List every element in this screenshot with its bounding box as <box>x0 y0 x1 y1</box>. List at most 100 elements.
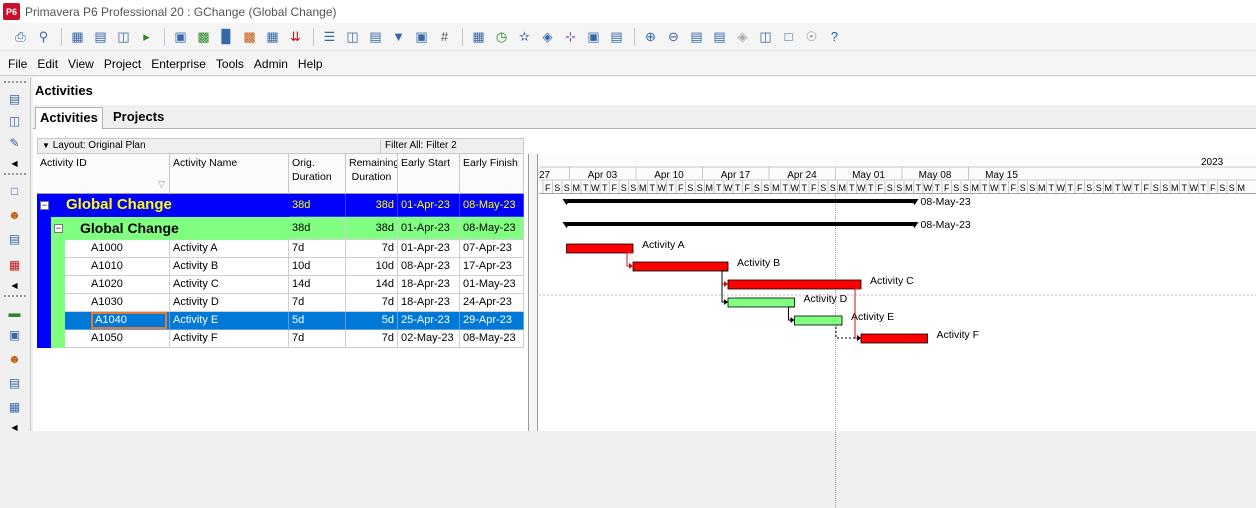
store-period-icon[interactable]: ◈ <box>537 26 558 47</box>
remaining-duration[interactable]: 14d <box>346 276 398 294</box>
activity-id-cell[interactable]: A1040 <box>65 312 170 330</box>
orig-duration[interactable]: 7d <box>289 294 346 312</box>
split-icon[interactable]: ▣ <box>583 26 604 47</box>
early-finish[interactable]: 01-May-23 <box>460 276 524 294</box>
top-layout-icon[interactable]: ▤ <box>686 26 707 47</box>
wbs-icon[interactable]: ◫ <box>6 113 23 129</box>
activity-name[interactable]: Activity F <box>170 330 289 348</box>
activity-id[interactable]: A1020 <box>65 276 170 294</box>
early-finish[interactable]: 08-May-23 <box>460 330 524 348</box>
layout-label[interactable]: ▼ Layout: Original Plan <box>42 140 146 151</box>
link-icon[interactable]: ⊹ <box>560 26 581 47</box>
user-icon[interactable]: ☻ <box>6 351 23 367</box>
activity-name[interactable]: Activity A <box>170 240 289 258</box>
collapse-arrow-icon[interactable]: ◀ <box>6 155 23 171</box>
collapse-arrow-icon[interactable]: ◀ <box>6 419 23 435</box>
activity-name[interactable]: Activity D <box>170 294 289 312</box>
network-icon[interactable]: ◫ <box>113 26 134 47</box>
activity-id[interactable]: A1030 <box>65 294 170 312</box>
gantt-icon[interactable]: ▤ <box>90 26 111 47</box>
table-row[interactable]: A1030 Activity D 7d 7d 18-Apr-23 24-Apr-… <box>37 294 524 312</box>
trace-icon[interactable]: ⇊ <box>285 26 306 47</box>
menu-admin[interactable]: Admin <box>254 57 288 71</box>
early-start[interactable]: 18-Apr-23 <box>398 276 460 294</box>
early-start[interactable]: 02-May-23 <box>398 330 460 348</box>
diamond-icon[interactable]: ◈ <box>732 26 753 47</box>
print-preview-icon[interactable]: ⚲ <box>33 26 54 47</box>
timescale-icon[interactable]: ▤ <box>365 26 386 47</box>
resources-icon[interactable]: ☻ <box>6 207 23 223</box>
table-row[interactable]: A1050 Activity F 7d 7d 02-May-23 08-May-… <box>37 330 524 348</box>
table-icon[interactable]: ▦ <box>67 26 88 47</box>
activity-id[interactable]: A1050 <box>65 330 170 348</box>
collapse-arrow-icon[interactable]: ◀ <box>6 277 23 293</box>
activity-id[interactable]: A1010 <box>65 258 170 276</box>
baseline-icon[interactable]: ▬ <box>6 305 23 321</box>
header-early-finish[interactable]: Early Finish <box>460 154 524 194</box>
profile-icon[interactable]: ▩ <box>239 26 260 47</box>
group-row-project[interactable]: − Global Change 38d 38d 01-Apr-23 08-May… <box>37 194 524 217</box>
group-sort-icon[interactable]: ▣ <box>411 26 432 47</box>
bottom-layout-icon[interactable]: ▩ <box>193 26 214 47</box>
menu-view[interactable]: View <box>68 57 94 71</box>
chart-icon[interactable]: ▉ <box>216 26 237 47</box>
orig-duration[interactable]: 14d <box>289 276 346 294</box>
remaining-duration[interactable]: 7d <box>346 330 398 348</box>
activity-id-focused[interactable]: A1040 <box>91 312 167 329</box>
folder-icon[interactable]: □ <box>6 183 23 199</box>
print-icon[interactable]: ⎙ <box>10 26 31 47</box>
header-early-start[interactable]: Early Start <box>398 154 460 194</box>
header-activity-id[interactable]: Activity ID ▽ <box>37 154 170 194</box>
reports-icon[interactable]: ▤ <box>6 231 23 247</box>
group-row-wbs[interactable]: − Global Change 38d 38d 01-Apr-23 08-May… <box>37 217 524 240</box>
menu-help[interactable]: Help <box>298 57 323 71</box>
filter-label[interactable]: Filter All: Filter 2 <box>380 140 457 154</box>
relationships-icon[interactable]: ▣ <box>6 327 23 343</box>
early-start[interactable]: 18-Apr-23 <box>398 294 460 312</box>
notes-icon[interactable]: □ <box>778 26 799 47</box>
help-icon[interactable]: ? <box>824 26 845 47</box>
table-row[interactable]: A1000 Activity A 7d 7d 01-Apr-23 07-Apr-… <box>37 240 524 258</box>
calculator-icon[interactable]: ▦ <box>6 399 23 415</box>
orig-duration[interactable]: 10d <box>289 258 346 276</box>
level-icon[interactable]: ✫ <box>514 26 535 47</box>
menu-tools[interactable]: Tools <box>216 57 244 71</box>
remaining-duration[interactable]: 7d <box>346 240 398 258</box>
spreadsheet-icon[interactable]: ▦ <box>262 26 283 47</box>
assign-icon[interactable]: ▤ <box>606 26 627 47</box>
header-orig-duration[interactable]: Orig. Duration <box>289 154 346 194</box>
header-activity-name[interactable]: Activity Name <box>170 154 289 194</box>
help-circle-icon[interactable]: ☉ <box>801 26 822 47</box>
columns-icon[interactable]: ◫ <box>342 26 363 47</box>
zoom-in-icon[interactable]: ⊕ <box>640 26 661 47</box>
menu-file[interactable]: File <box>8 57 27 71</box>
remaining-duration[interactable]: 7d <box>346 294 398 312</box>
remaining-duration[interactable]: 5d <box>346 312 398 330</box>
projects-icon[interactable]: ▤ <box>6 91 23 107</box>
tab-projects[interactable]: Projects <box>109 107 168 129</box>
orig-duration[interactable]: 7d <box>289 240 346 258</box>
schedule-icon[interactable]: ◷ <box>491 26 512 47</box>
document-icon[interactable]: ▤ <box>6 375 23 391</box>
calendar-icon[interactable]: ▦ <box>468 26 489 47</box>
bottom-pane-icon[interactable]: ▤ <box>709 26 730 47</box>
early-finish[interactable]: 17-Apr-23 <box>460 258 524 276</box>
early-start[interactable]: 25-Apr-23 <box>398 312 460 330</box>
menu-edit[interactable]: Edit <box>37 57 58 71</box>
early-finish[interactable]: 24-Apr-23 <box>460 294 524 312</box>
activities-nav-icon[interactable]: ✎ <box>6 135 23 151</box>
hash-icon[interactable]: # <box>434 26 455 47</box>
collapse-icon[interactable]: − <box>54 224 63 233</box>
tab-activities[interactable]: Activities <box>35 107 103 129</box>
header-remaining-duration[interactable]: Remaining Duration <box>346 154 398 194</box>
table-row-selected[interactable]: A1040 Activity E 5d 5d 25-Apr-23 29-Apr-… <box>37 312 524 330</box>
early-start[interactable]: 01-Apr-23 <box>398 240 460 258</box>
table-row[interactable]: A1020 Activity C 14d 14d 18-Apr-23 01-Ma… <box>37 276 524 294</box>
activity-name[interactable]: Activity B <box>170 258 289 276</box>
menu-enterprise[interactable]: Enterprise <box>151 57 206 71</box>
orig-duration[interactable]: 7d <box>289 330 346 348</box>
orig-duration[interactable]: 5d <box>289 312 346 330</box>
menu-project[interactable]: Project <box>104 57 141 71</box>
tracking-icon[interactable]: ▦ <box>6 257 23 273</box>
early-finish[interactable]: 07-Apr-23 <box>460 240 524 258</box>
